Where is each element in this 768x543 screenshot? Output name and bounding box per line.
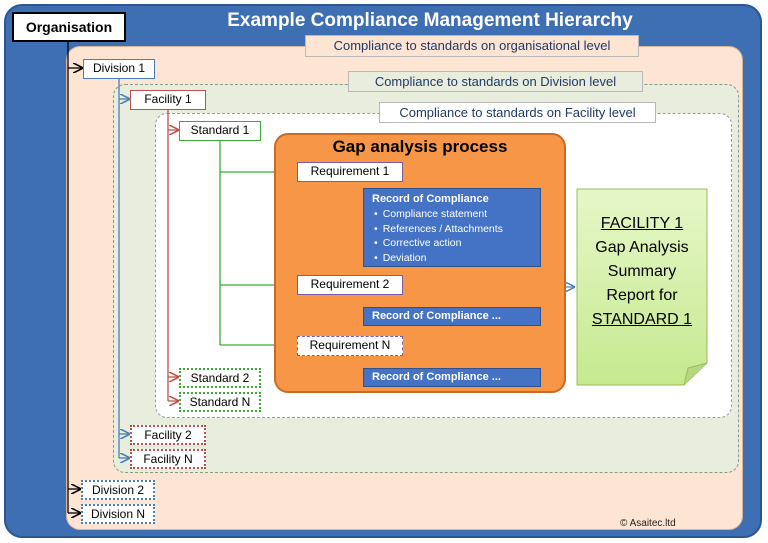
record-title: Record of Compliance (372, 193, 489, 205)
report-line: Gap Analysis (595, 239, 689, 256)
summary-report-text: FACILITY 1 Gap Analysis Summary Report f… (576, 212, 708, 332)
requirement-2-node: Requirement 2 (297, 275, 403, 295)
requirement-1-node: Requirement 1 (297, 162, 403, 182)
record-of-compliance-n: Record of Compliance ... (363, 368, 541, 387)
standard-1-node: Standard 1 (179, 121, 261, 141)
record-item: Corrective action (383, 236, 534, 251)
record-of-compliance-detail: Record of Compliance Compliance statemen… (363, 188, 541, 267)
record-item: Compliance statement (383, 207, 534, 222)
facility-2-node: Facility 2 (130, 425, 206, 445)
diagram-canvas: { "title": "Example Compliance Managemen… (0, 0, 768, 543)
report-line: Report for (606, 287, 678, 304)
report-facility-line: FACILITY 1 (600, 215, 684, 232)
division-1-node: Division 1 (83, 59, 155, 79)
standard-2-node: Standard 2 (179, 368, 261, 388)
requirement-n-node: Requirement N (297, 336, 403, 356)
standard-n-node: Standard N (179, 392, 261, 412)
record-item: References / Attachments (383, 222, 534, 237)
report-line: Summary (607, 263, 677, 280)
facility-n-node: Facility N (130, 449, 206, 469)
division-n-node: Division N (81, 504, 155, 524)
record-item: Deviation (383, 251, 534, 266)
record-item-list: Compliance statement References / Attach… (372, 207, 534, 265)
record-of-compliance-2: Record of Compliance ... (363, 307, 541, 326)
facility-1-node: Facility 1 (130, 90, 206, 110)
gap-analysis-title: Gap analysis process (332, 137, 508, 156)
copyright-notice: © Asaitec.ltd (620, 518, 676, 529)
report-standard-line: STANDARD 1 (591, 311, 693, 328)
division-2-node: Division 2 (81, 480, 155, 500)
